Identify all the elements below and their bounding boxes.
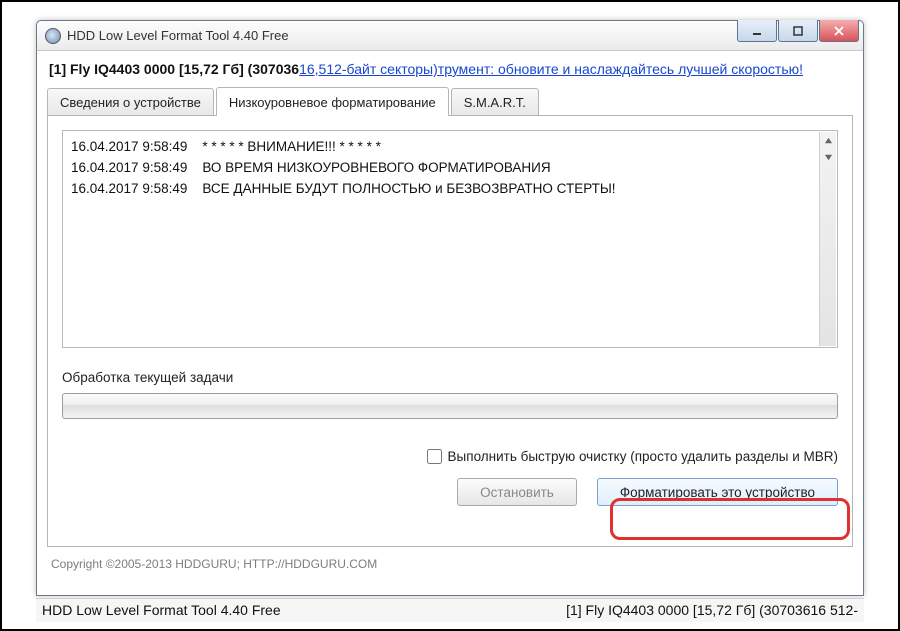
close-icon	[833, 25, 845, 37]
log-output[interactable]: 16.04.2017 9:58:49 * * * * * ВНИМАНИЕ!!!…	[62, 130, 838, 348]
close-button[interactable]	[819, 20, 859, 42]
quick-wipe-row: Выполнить быструю очистку (просто удалит…	[62, 449, 838, 464]
log-line: 16.04.2017 9:58:49 ВСЕ ДАННЫЕ БУДУТ ПОЛН…	[71, 179, 829, 200]
button-row: Остановить Форматировать это устройство	[62, 478, 838, 506]
minimize-button[interactable]	[737, 20, 777, 42]
upgrade-link[interactable]: трумент: обновите и наслаждайтесь лучшей…	[438, 61, 803, 77]
scroll-up-icon[interactable]	[820, 132, 836, 149]
app-window: HDD Low Level Format Tool 4.40 Free [1] …	[36, 20, 864, 596]
quick-wipe-label: Выполнить быструю очистку (просто удалит…	[448, 449, 838, 464]
maximize-button[interactable]	[778, 20, 818, 42]
format-device-button[interactable]: Форматировать это устройство	[597, 478, 838, 506]
progress-bar	[62, 393, 838, 419]
stop-button: Остановить	[457, 478, 577, 506]
window-title: HDD Low Level Format Tool 4.40 Free	[67, 28, 289, 43]
client-area: [1] Fly IQ4403 0000 [15,72 Гб] (30703616…	[37, 51, 863, 595]
log-line: 16.04.2017 9:58:49 ВО ВРЕМЯ НИЗКОУРОВНЕВ…	[71, 158, 829, 179]
log-line: 16.04.2017 9:58:49 * * * * * ВНИМАНИЕ!!!…	[71, 137, 829, 158]
scroll-down-icon[interactable]	[820, 149, 836, 166]
task-label: Обработка текущей задачи	[62, 370, 838, 385]
minimize-icon	[751, 25, 763, 37]
tab-strip: Сведения о устройстве Низкоуровневое фор…	[47, 87, 853, 115]
titlebar[interactable]: HDD Low Level Format Tool 4.40 Free	[37, 21, 863, 51]
device-info-line: [1] Fly IQ4403 0000 [15,72 Гб] (30703616…	[47, 57, 853, 87]
copyright: Copyright ©2005-2013 HDDGURU; HTTP://HDD…	[47, 547, 853, 571]
scrollbar[interactable]	[819, 132, 836, 346]
app-icon	[45, 28, 61, 44]
status-left: HDD Low Level Format Tool 4.40 Free	[42, 602, 281, 622]
device-prefix: [1] Fly IQ4403 0000 [15,72 Гб] (307036	[49, 61, 299, 77]
status-right: [1] Fly IQ4403 0000 [15,72 Гб] (30703616…	[566, 602, 858, 622]
window-controls	[736, 20, 859, 42]
status-bar: HDD Low Level Format Tool 4.40 Free [1] …	[36, 598, 864, 622]
tab-low-level-format[interactable]: Низкоуровневое форматирование	[216, 87, 449, 116]
tab-smart[interactable]: S.M.A.R.T.	[451, 88, 539, 115]
tab-device-info[interactable]: Сведения о устройстве	[47, 88, 214, 115]
overlap-text: 16,512-байт секторы)	[299, 61, 438, 77]
maximize-icon	[792, 25, 804, 37]
quick-wipe-checkbox[interactable]	[427, 449, 442, 464]
tab-panel: 16.04.2017 9:58:49 * * * * * ВНИМАНИЕ!!!…	[47, 115, 853, 547]
